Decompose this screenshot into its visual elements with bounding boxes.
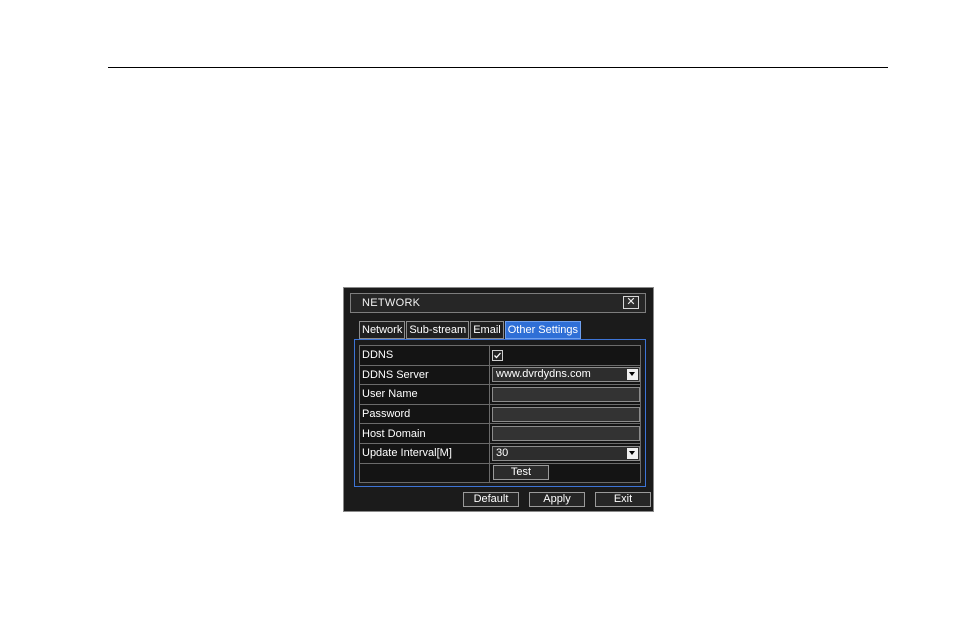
update-interval-label: Update Interval[M] bbox=[359, 442, 490, 464]
row-ddns-server: DDNS Server www.dvrdydns.com bbox=[359, 364, 641, 386]
update-interval-select[interactable]: 30 bbox=[492, 445, 640, 461]
row-update-interval: Update Interval[M] 30 bbox=[359, 442, 641, 464]
network-dialog: NETWORK ✕ Network Sub-stream Email Other… bbox=[343, 287, 654, 512]
apply-button[interactable]: Apply bbox=[529, 492, 585, 507]
update-interval-value: 30 bbox=[496, 446, 509, 459]
password-label: Password bbox=[359, 403, 490, 425]
settings-table: DDNS DDNS Server www.dvrdydns.com User N… bbox=[359, 345, 641, 484]
host-domain-label: Host Domain bbox=[359, 423, 490, 444]
password-input[interactable] bbox=[492, 406, 640, 422]
row-user-name: User Name bbox=[359, 384, 641, 405]
default-button[interactable]: Default bbox=[463, 492, 519, 507]
chevron-down-icon[interactable] bbox=[627, 369, 638, 381]
settings-panel: DDNS DDNS Server www.dvrdydns.com User N… bbox=[354, 339, 646, 487]
empty-label-cell bbox=[359, 462, 490, 484]
tab-email[interactable]: Email bbox=[470, 321, 504, 339]
checkmark-icon bbox=[494, 352, 501, 359]
user-name-input[interactable] bbox=[492, 386, 640, 402]
test-button[interactable]: Test bbox=[493, 465, 549, 481]
ddns-server-value: www.dvrdydns.com bbox=[496, 368, 591, 381]
tab-network[interactable]: Network bbox=[359, 321, 406, 339]
ddns-server-select[interactable]: www.dvrdydns.com bbox=[492, 367, 640, 383]
row-ddns: DDNS bbox=[359, 345, 641, 366]
ddns-server-label: DDNS Server bbox=[359, 364, 490, 386]
close-icon: ✕ bbox=[626, 296, 636, 308]
row-password: Password bbox=[359, 403, 641, 425]
page-header-rule bbox=[108, 67, 888, 68]
user-name-label: User Name bbox=[359, 384, 490, 405]
chevron-down-icon[interactable] bbox=[627, 447, 638, 459]
ddns-label: DDNS bbox=[359, 345, 490, 366]
dialog-titlebar: NETWORK ✕ bbox=[350, 293, 646, 313]
host-domain-input[interactable] bbox=[492, 426, 640, 442]
row-test: Test bbox=[359, 462, 641, 484]
row-host-domain: Host Domain bbox=[359, 423, 641, 444]
dialog-title: NETWORK bbox=[362, 297, 421, 309]
tab-bar: Network Sub-stream Email Other Settings bbox=[359, 321, 582, 339]
ddns-checkbox[interactable] bbox=[492, 349, 503, 361]
tab-sub-stream[interactable]: Sub-stream bbox=[406, 321, 470, 339]
exit-button[interactable]: Exit bbox=[595, 492, 651, 507]
close-button[interactable]: ✕ bbox=[623, 296, 639, 309]
tab-other-settings[interactable]: Other Settings bbox=[504, 321, 582, 339]
